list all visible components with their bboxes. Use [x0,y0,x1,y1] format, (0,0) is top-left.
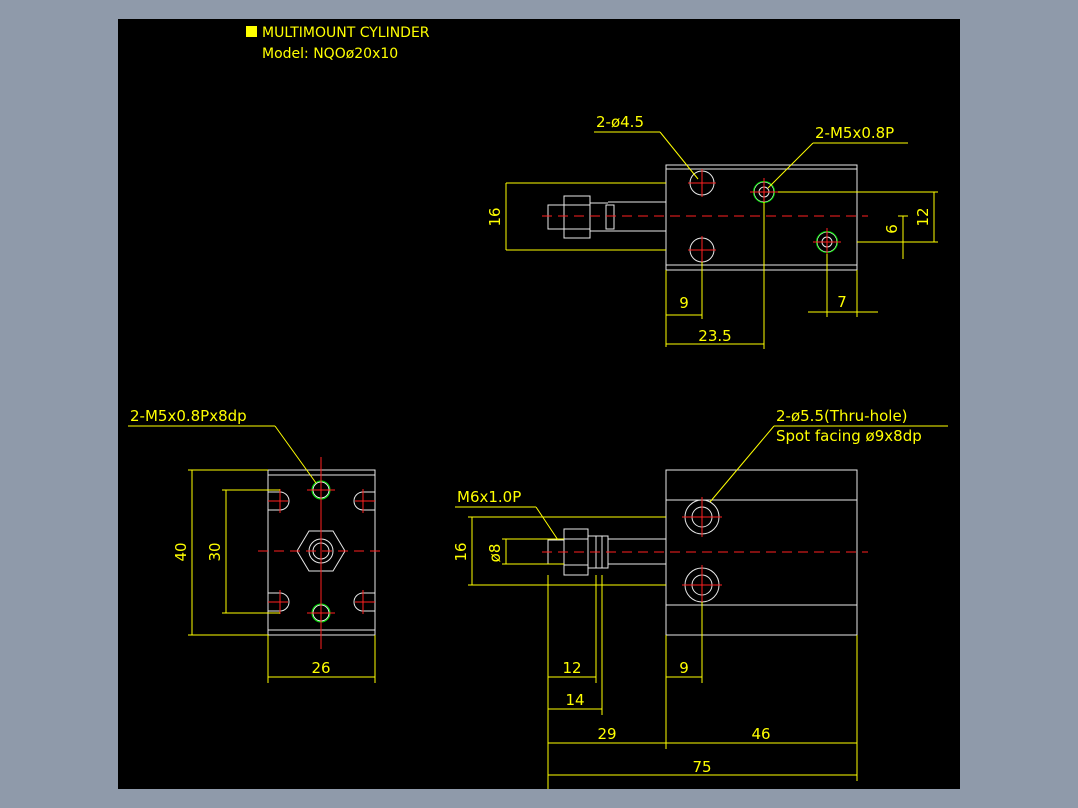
callout-top-ports: 2-M5x0.8P [815,124,894,142]
top-view-dimensions: 2-ø4.5 2-M5x0.8P 16 12 6 9 7 23.5 [486,113,938,349]
dim-end-40: 40 [172,542,190,561]
side-view [542,469,868,636]
dim-side-d8: ø8 [486,544,504,563]
dim-side-16: 16 [452,542,470,561]
dim-side-9: 9 [679,659,689,677]
dim-top-16: 16 [486,207,504,226]
drawing-title: MULTIMOUNT CYLINDER [262,25,430,41]
callout-top-holes: 2-ø4.5 [596,113,644,131]
end-view-dimensions: 2-M5x0.8Px8dp 40 30 26 [128,407,376,683]
dim-side-12: 12 [562,659,581,677]
dim-side-46: 46 [751,725,770,743]
top-view [542,164,868,271]
drawing-canvas: MULTIMOUNT CYLINDER Model: NQOø20x10 2-ø… [128,25,948,789]
dim-top-23-5: 23.5 [698,327,731,345]
dim-side-14: 14 [565,691,584,709]
end-view [258,457,385,649]
dim-end-30: 30 [206,542,224,561]
callout-rod-thread: M6x1.0P [457,488,521,506]
drawing-model: Model: NQOø20x10 [262,46,398,62]
dim-top-7: 7 [837,293,847,311]
title-marker-icon [246,26,257,37]
dim-side-29: 29 [597,725,616,743]
callout-end-taps: 2-M5x0.8Px8dp [130,407,247,425]
dim-top-6: 6 [883,224,901,234]
callout-thru-hole: 2-ø5.5(Thru-hole) [776,407,908,425]
callout-spot-facing: Spot facing ø9x8dp [776,427,922,445]
dim-end-26: 26 [311,659,330,677]
cad-viewport[interactable]: MULTIMOUNT CYLINDER Model: NQOø20x10 2-ø… [118,19,960,789]
dim-side-75: 75 [692,758,711,776]
dim-top-9: 9 [679,294,689,312]
side-view-dimensions: 2-ø5.5(Thru-hole) Spot facing ø9x8dp M6x… [452,407,948,789]
dim-top-12: 12 [914,207,932,226]
